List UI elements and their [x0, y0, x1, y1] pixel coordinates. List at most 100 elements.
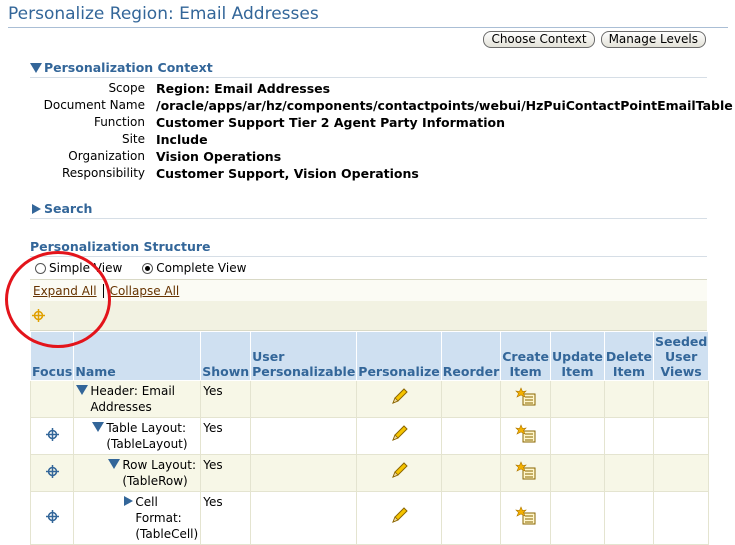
personalization-structure-header: Personalization Structure: [30, 239, 211, 254]
row-name-line1: Row Layout:: [122, 458, 196, 472]
create-item-cell: [500, 380, 551, 418]
focus-crosshair-icon[interactable]: [45, 464, 59, 478]
table-header-row: Focus Name Shown User Personalizable Per…: [29, 331, 710, 381]
update-item-cell: [549, 417, 605, 455]
expand-triangle-icon[interactable]: [124, 496, 134, 506]
context-row-responsibility: Responsibility Customer Support, Vision …: [0, 166, 735, 183]
column-header-name: Name: [73, 331, 202, 381]
personalization-context-header[interactable]: Personalization Context: [30, 60, 213, 75]
expand-all-link[interactable]: Expand All: [33, 284, 97, 298]
update-item-cell: [549, 491, 605, 545]
row-name-line2: (TableCell): [135, 527, 199, 541]
context-value: Customer Support Tier 2 Agent Party Info…: [156, 115, 505, 130]
name-cell: Row Layout: (TableRow): [73, 454, 202, 492]
expand-collapse-bar: Expand All Collapse All: [30, 279, 707, 301]
context-divider: [30, 77, 707, 78]
page-title: Personalize Region: Email Addresses: [8, 4, 319, 24]
delete-item-cell: [603, 454, 654, 492]
context-value: Vision Operations: [156, 149, 282, 164]
context-row-site: Site Include: [0, 132, 735, 149]
row-name-line1: Cell Format:: [135, 495, 182, 525]
search-header[interactable]: Search: [30, 201, 92, 216]
focus-crosshair-icon[interactable]: [45, 427, 59, 441]
collapse-triangle-icon[interactable]: [76, 385, 89, 395]
create-item-icon[interactable]: [514, 461, 537, 481]
personalization-structure-table: Focus Name Shown User Personalizable Per…: [29, 331, 710, 545]
collapse-all-link[interactable]: Collapse All: [110, 284, 180, 298]
create-item-cell: [500, 491, 551, 545]
focus-cell: [29, 380, 75, 418]
row-name-line1: Table Layout:: [106, 421, 187, 435]
column-header-focus: Focus: [29, 331, 75, 381]
name-cell: Cell Format: (TableCell): [73, 491, 202, 545]
shown-cell: Yes: [200, 491, 252, 545]
table-row: Header: Email Addresses Yes: [29, 380, 710, 418]
reorder-cell: [440, 380, 502, 418]
table-row: Cell Format: (TableCell) Yes: [29, 491, 710, 545]
context-row-function: Function Customer Support Tier 2 Agent P…: [0, 115, 735, 132]
context-value: /oracle/apps/ar/hz/components/contactpoi…: [156, 98, 733, 113]
pencil-icon[interactable]: [389, 461, 409, 481]
top-button-bar: Choose Context Manage Levels: [483, 31, 706, 48]
delete-item-cell: [603, 380, 654, 418]
context-row-document-name: Document Name /oracle/apps/ar/hz/compone…: [0, 98, 735, 115]
context-label: Scope: [108, 81, 145, 95]
user-personalizable-cell: [250, 454, 358, 492]
context-label: Organization: [68, 149, 145, 163]
column-header-seeded-user-views: Seeded User Views: [652, 331, 710, 381]
create-item-cell: [500, 417, 551, 455]
focus-cell: [29, 491, 75, 545]
shown-cell: Yes: [200, 454, 252, 492]
row-name-line2: Addresses: [90, 400, 152, 414]
collapse-triangle-icon[interactable]: [30, 62, 42, 73]
seeded-user-views-cell: [652, 491, 710, 545]
create-item-cell: [500, 454, 551, 492]
collapse-triangle-icon[interactable]: [92, 422, 105, 432]
user-personalizable-cell: [250, 380, 358, 418]
column-header-create-item: Create Item: [500, 331, 551, 381]
row-name-line2: (TableRow): [122, 474, 188, 488]
view-mode-radio-group: Simple View Complete View: [35, 261, 246, 275]
context-value: Customer Support, Vision Operations: [156, 166, 419, 181]
focus-crosshair-icon[interactable]: [32, 309, 45, 322]
create-item-icon[interactable]: [514, 506, 537, 526]
delete-item-cell: [603, 491, 654, 545]
pencil-icon[interactable]: [389, 506, 409, 526]
focus-toolbar: [30, 301, 707, 331]
link-separator: [102, 283, 104, 298]
shown-cell: Yes: [200, 417, 252, 455]
search-label: Search: [44, 201, 93, 216]
context-row-scope: Scope Region: Email Addresses: [0, 81, 735, 98]
collapse-triangle-icon[interactable]: [108, 459, 121, 469]
row-name-line1: Header: Email: [90, 384, 176, 398]
focus-cell: [29, 454, 75, 492]
context-label: Document Name: [43, 98, 145, 112]
column-header-user-personalizable: User Personalizable: [250, 331, 358, 381]
seeded-user-views-cell: [652, 454, 710, 492]
expand-triangle-icon[interactable]: [32, 203, 41, 214]
title-divider: [8, 27, 728, 28]
choose-context-button[interactable]: Choose Context: [483, 31, 595, 48]
simple-view-radio[interactable]: [35, 262, 46, 274]
context-label: Function: [93, 115, 145, 129]
context-value: Region: Email Addresses: [156, 81, 331, 96]
create-item-icon[interactable]: [514, 424, 537, 444]
name-cell: Header: Email Addresses: [73, 380, 202, 418]
context-label: Site: [121, 132, 145, 146]
create-item-icon[interactable]: [514, 387, 537, 407]
manage-levels-button[interactable]: Manage Levels: [600, 31, 706, 48]
pencil-icon[interactable]: [389, 424, 409, 444]
context-value: Include: [156, 132, 208, 147]
pencil-icon[interactable]: [389, 387, 409, 407]
reorder-cell: [440, 491, 502, 545]
update-item-cell: [549, 454, 605, 492]
reorder-cell: [440, 454, 502, 492]
complete-view-radio[interactable]: [142, 262, 154, 274]
context-label: Responsibility: [61, 166, 145, 180]
context-row-organization: Organization Vision Operations: [0, 149, 735, 166]
name-cell: Table Layout: (TableLayout): [73, 417, 202, 455]
column-header-personalize: Personalize: [356, 331, 442, 381]
shown-cell: Yes: [200, 380, 252, 418]
focus-crosshair-icon[interactable]: [45, 509, 59, 523]
personalize-cell: [356, 491, 442, 545]
